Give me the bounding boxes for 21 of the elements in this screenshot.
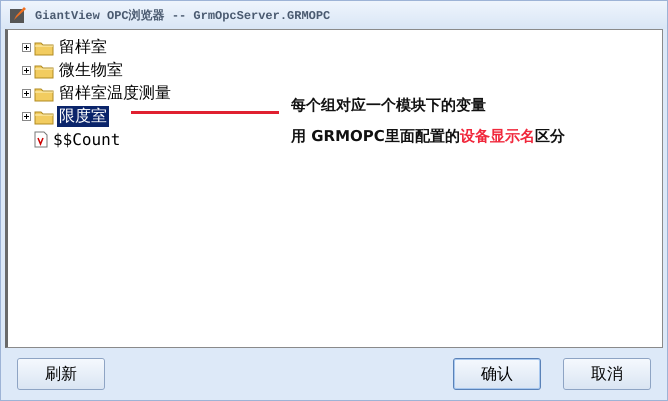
tree-item[interactable]: 留样室 bbox=[57, 37, 109, 58]
tree-item[interactable]: 限度室 bbox=[57, 106, 109, 127]
folder-icon bbox=[34, 62, 54, 78]
tree-item[interactable]: $$Count bbox=[51, 130, 122, 149]
tree-item[interactable]: 微生物室 bbox=[57, 60, 125, 81]
expand-icon[interactable] bbox=[22, 66, 31, 75]
folder-icon bbox=[34, 40, 54, 56]
variable-icon bbox=[34, 131, 48, 148]
expand-icon[interactable] bbox=[22, 89, 31, 98]
tree-item[interactable]: 留样室温度测量 bbox=[57, 83, 173, 104]
dialog-button[interactable]: 刷新 bbox=[17, 358, 105, 390]
expand-icon[interactable] bbox=[22, 112, 31, 121]
dialog-button[interactable]: 确认 bbox=[453, 358, 541, 390]
pencil-icon bbox=[9, 6, 27, 24]
annotation-text: 每个组对应一个模块下的变量 bbox=[291, 96, 487, 115]
window-title: GiantView OPC浏览器 -- GrmOpcServer.GRMOPC bbox=[35, 8, 330, 24]
expand-icon[interactable] bbox=[22, 43, 31, 52]
folder-icon bbox=[34, 86, 54, 102]
annotation-text: 用 GRMOPC里面配置的设备显示名区分 bbox=[291, 127, 565, 146]
folder-icon bbox=[34, 108, 54, 124]
dialog-button[interactable]: 取消 bbox=[563, 358, 651, 390]
